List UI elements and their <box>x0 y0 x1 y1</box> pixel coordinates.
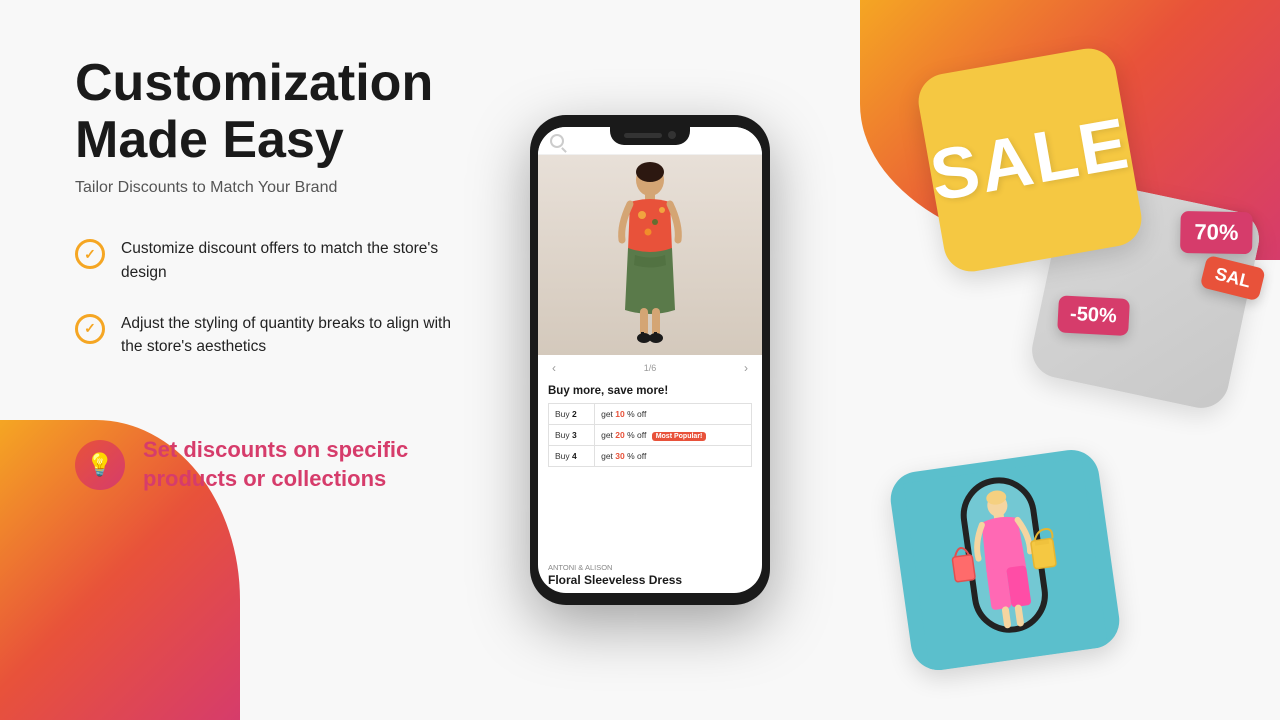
off-label-1: get 10 % off <box>595 404 752 425</box>
popular-badge: Most Popular! <box>652 432 707 441</box>
zoom-icon <box>550 134 564 148</box>
phone-camera <box>668 131 676 139</box>
table-row: Buy 2 get 10 % off <box>549 404 752 425</box>
feature-item-1: Customize discount offers to match the s… <box>75 237 455 284</box>
qty-3: 4 <box>572 451 577 461</box>
off-label-3: get 30 % off <box>595 446 752 467</box>
tag-50: -50% <box>1057 295 1130 336</box>
sale-cards-area: SALE 70% SAL -50% <box>890 40 1250 680</box>
bulb-icon: 💡 <box>75 440 125 490</box>
product-image-area <box>538 155 762 355</box>
qty-2: 3 <box>572 430 577 440</box>
right-panel: ‹ 1/6 › Buy more, save more! Buy 2 get 1… <box>510 0 1280 720</box>
discount-feature: 💡 Set discounts on specific products or … <box>75 436 455 493</box>
pct-2: 20 <box>615 430 624 440</box>
discount-feature-text: Set discounts on specific products or co… <box>143 436 455 493</box>
teal-card-image <box>903 458 1108 671</box>
table-row: Buy 4 get 30 % off <box>549 446 752 467</box>
product-name: Floral Sleeveless Dress <box>538 573 762 593</box>
nav-arrow-right[interactable]: › <box>744 361 748 375</box>
feature-text-1: Customize discount offers to match the s… <box>121 237 455 284</box>
quantity-break-section: Buy more, save more! Buy 2 get 10 % off … <box>538 381 762 559</box>
phone-speaker <box>624 133 662 138</box>
break-table: Buy 2 get 10 % off Buy 3 get 20 % off Mo… <box>548 403 752 467</box>
buy-more-title: Buy more, save more! <box>548 385 752 397</box>
feature-item-2: Adjust the styling of quantity breaks to… <box>75 312 455 359</box>
buy-label-2: Buy 3 <box>549 425 595 446</box>
phone-body: ‹ 1/6 › Buy more, save more! Buy 2 get 1… <box>530 115 770 605</box>
buy-label-3: Buy 4 <box>549 446 595 467</box>
phone-mockup: ‹ 1/6 › Buy more, save more! Buy 2 get 1… <box>530 115 770 605</box>
phone-screen: ‹ 1/6 › Buy more, save more! Buy 2 get 1… <box>538 127 762 593</box>
feature-text-2: Adjust the styling of quantity breaks to… <box>121 312 455 359</box>
off-label-2: get 20 % off Most Popular! <box>595 425 752 446</box>
bulb-emoji: 💡 <box>86 452 113 478</box>
check-icon-1 <box>75 239 105 269</box>
pct-1: 10 <box>615 409 624 419</box>
sale-card-teal <box>887 446 1123 673</box>
tag-70: 70% <box>1180 211 1253 254</box>
qty-1: 2 <box>572 409 577 419</box>
page-title: Customization Made Easy <box>75 55 455 169</box>
sale-text: SALE <box>924 102 1135 217</box>
product-brand: ANTONI & ALISON <box>538 559 762 573</box>
check-icon-2 <box>75 314 105 344</box>
nav-arrow-left[interactable]: ‹ <box>552 361 556 375</box>
sale-card-yellow: SALE <box>914 44 1146 276</box>
buy-label-1: Buy 2 <box>549 404 595 425</box>
page-subtitle: Tailor Discounts to Match Your Brand <box>75 179 455 197</box>
table-row: Buy 3 get 20 % off Most Popular! <box>549 425 752 446</box>
left-panel: Customization Made Easy Tailor Discounts… <box>0 0 510 720</box>
image-nav: ‹ 1/6 › <box>538 355 762 381</box>
product-image-svg <box>600 160 700 350</box>
phone-notch <box>610 125 690 145</box>
nav-indicator: 1/6 <box>644 363 657 373</box>
pct-3: 30 <box>615 451 624 461</box>
